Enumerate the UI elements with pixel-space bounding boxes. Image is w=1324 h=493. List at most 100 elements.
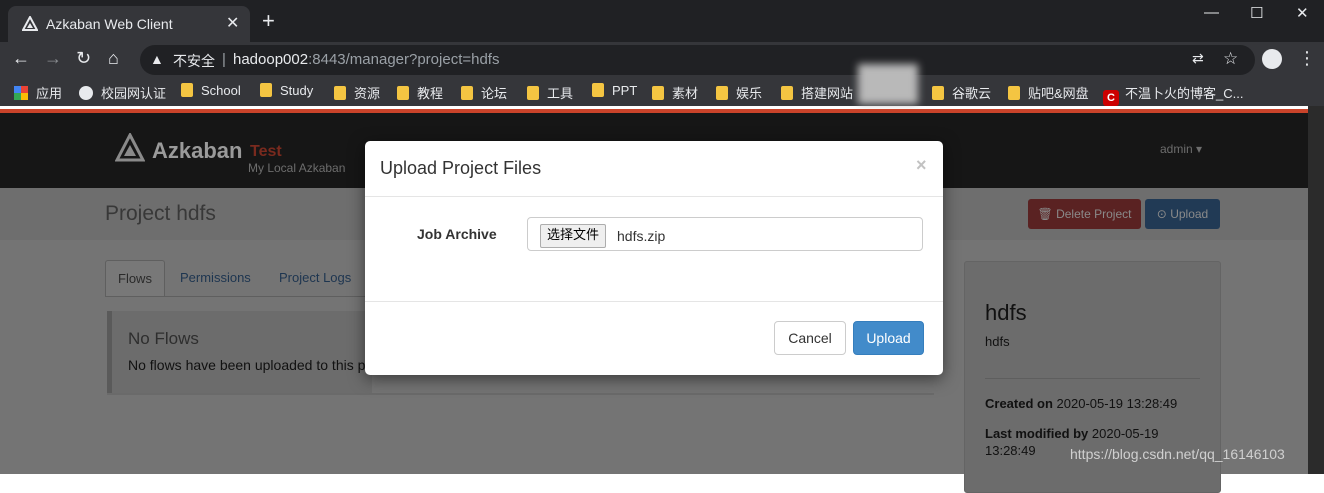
upload-button[interactable]: ⊙ Upload [1145,199,1220,229]
no-flows-text: No flows have been uploaded to this p [128,357,366,373]
bookmark-entertainment[interactable]: 娱乐 [716,83,762,102]
bookmark-google-cloud[interactable]: 谷歌云 [932,83,991,102]
delete-project-label: Delete Project [1056,207,1132,221]
bookmark-label: 素材 [672,86,699,101]
back-icon[interactable]: ← [12,48,30,69]
profile-avatar-icon[interactable] [1262,49,1282,69]
maximize-icon[interactable]: ☐ [1250,4,1263,22]
reload-icon[interactable]: ↻ [76,48,91,69]
bookmark-label: 校园网认证 [101,86,167,101]
bookmark-blog[interactable]: C 不温卜火的博客_C... [1103,83,1243,106]
modal-upload-button[interactable]: Upload [853,321,924,355]
url-text: hadoop002:8443/manager?project=hdfs [233,51,499,68]
forward-icon[interactable]: → [44,48,62,69]
warning-icon[interactable]: ▲ [150,51,164,67]
modified-time: 13:28:49 [985,443,1036,458]
modified-label: Last modified by [985,426,1089,441]
bookmark-star-icon[interactable]: ☆ [1223,49,1238,69]
panel-divider [985,378,1200,379]
project-description: hdfs [985,334,1010,349]
created-value: 2020-05-19 13:28:49 [1056,396,1178,411]
bookmark-ppt[interactable]: PPT [592,83,637,98]
brand-name[interactable]: Azkaban [152,138,242,164]
blurred-region [858,64,918,104]
bookmark-label: 不温卜火的博客_C... [1125,86,1244,101]
choose-file-button[interactable]: 选择文件 [540,224,607,248]
modal-title: Upload Project Files [380,158,542,178]
bookmark-study[interactable]: Study [260,83,313,98]
upload-label: Upload [1170,207,1209,221]
caret-down-icon: ▾ [1196,142,1203,156]
no-flows-title: No Flows [128,329,199,348]
created-on: Created on 2020-05-19 13:28:49 [985,395,1200,412]
browser-toolbar: ← → ↻ ⌂ ▲ 不安全 | hadoop002:8443/manager?p… [0,42,1324,76]
project-name: hdfs [985,300,1027,325]
page-scrollbar[interactable] [1308,106,1324,474]
folder-icon [592,83,604,97]
user-menu[interactable]: admin ▾ [1160,142,1202,156]
insecure-label: 不安全 [173,53,215,69]
folder-icon [932,86,944,100]
separator: | [222,51,226,68]
bookmark-label: 谷歌云 [952,86,992,101]
folder-icon [527,86,539,100]
bookmark-label: 教程 [417,86,444,101]
folder-icon [334,86,346,100]
apps-grid-icon [14,86,28,100]
modal-close-icon[interactable]: × [916,155,927,176]
globe-icon [79,86,93,100]
browser-menu-icon[interactable]: ⋮ [1298,48,1316,69]
folder-icon [1008,86,1020,100]
new-tab-button[interactable]: + [262,10,275,32]
azkaban-favicon-icon [22,16,38,31]
bookmark-label: 搭建网站 [801,86,854,101]
home-icon[interactable]: ⌂ [108,48,119,69]
bookmark-website[interactable]: 搭建网站 [781,83,853,102]
bookmark-label: 工具 [547,86,574,101]
created-label: Created on [985,396,1053,411]
selected-file-name: hdfs.zip [617,228,666,244]
bookmark-school[interactable]: School [181,83,241,98]
window-close-icon[interactable]: ✕ [1296,4,1309,22]
modal-header-divider [365,196,943,197]
tab-flows[interactable]: Flows [105,260,165,296]
tab-title: Azkaban Web Client [46,16,173,32]
folder-icon [716,86,728,100]
csdn-icon: C [1103,90,1119,106]
url-path: :8443/manager?project=hdfs [308,51,500,68]
browser-tab[interactable]: Azkaban Web Client ✕ [8,6,250,42]
tab-project-logs[interactable]: Project Logs [279,260,351,295]
bookmark-campus[interactable]: 校园网认证 [79,83,166,102]
job-archive-file-input[interactable]: 选择文件 hdfs.zip [527,217,923,251]
bookmark-resources[interactable]: 资源 [334,83,380,102]
bookmark-tutorials[interactable]: 教程 [397,83,443,102]
page-title: Project hdfs [105,202,216,225]
bookmark-forum[interactable]: 论坛 [461,83,507,102]
trash-icon: 🗑 [1037,207,1053,221]
bookmark-label: School [201,83,241,98]
bookmark-label: 资源 [354,86,381,101]
tab-permissions[interactable]: Permissions [180,260,251,295]
address-bar[interactable]: ▲ 不安全 | hadoop002:8443/manager?project=h… [140,45,1255,75]
tab-close-icon[interactable]: ✕ [226,13,239,33]
translate-icon[interactable]: ⇄ [1192,50,1204,67]
bookmark-label: 娱乐 [736,86,763,101]
bookmark-tools[interactable]: 工具 [527,83,573,102]
delete-project-button[interactable]: 🗑 Delete Project [1028,199,1141,229]
bookmark-materials[interactable]: 素材 [652,83,698,102]
folder-icon [397,86,409,100]
bookmark-apps[interactable]: 应用 [14,83,62,102]
bookmarks-bar: 应用 校园网认证 School Study 资源 教程 论坛 工具 PPT 素材… [0,76,1324,106]
url-host: hadoop002 [233,51,309,68]
cancel-button[interactable]: Cancel [774,321,846,355]
bookmark-label: PPT [612,83,638,98]
minimize-icon[interactable]: — [1204,4,1219,21]
bookmark-tieba[interactable]: 贴吧&网盘 [1008,83,1089,102]
azkaban-logo-icon[interactable] [115,133,145,163]
user-name: admin [1160,142,1193,156]
modal-footer-divider [365,301,943,302]
content-divider [107,393,934,395]
folder-icon [461,86,473,100]
folder-icon [181,83,193,97]
folder-icon [652,86,664,100]
